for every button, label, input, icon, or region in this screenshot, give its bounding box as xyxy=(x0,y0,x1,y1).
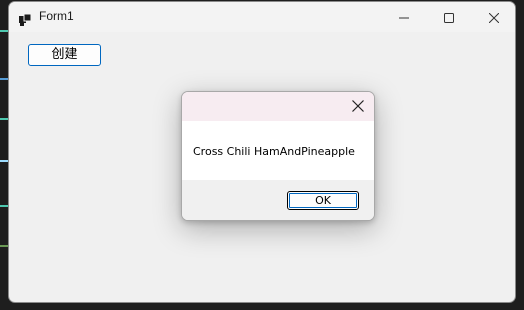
close-icon xyxy=(352,97,364,116)
message-text: Cross Chili HamAndPineapple xyxy=(193,145,355,158)
message-box-footer: OK xyxy=(182,180,374,220)
minimize-button[interactable] xyxy=(381,2,427,32)
message-box-close-button[interactable] xyxy=(342,92,374,121)
window-titlebar[interactable]: Form1 xyxy=(9,2,515,32)
message-box-body: Cross Chili HamAndPineapple xyxy=(182,121,374,180)
ok-button[interactable]: OK xyxy=(287,191,359,210)
close-icon xyxy=(488,8,500,27)
maximize-icon xyxy=(444,8,454,27)
message-box-dialog: Cross Chili HamAndPineapple OK xyxy=(181,91,375,221)
create-button[interactable]: 创建 xyxy=(28,44,101,66)
maximize-button[interactable] xyxy=(426,2,472,32)
window-title: Form1 xyxy=(39,9,74,23)
app-icon xyxy=(19,11,32,26)
minimize-icon xyxy=(399,8,409,27)
window-close-button[interactable] xyxy=(471,2,515,32)
message-box-titlebar[interactable] xyxy=(182,92,374,121)
